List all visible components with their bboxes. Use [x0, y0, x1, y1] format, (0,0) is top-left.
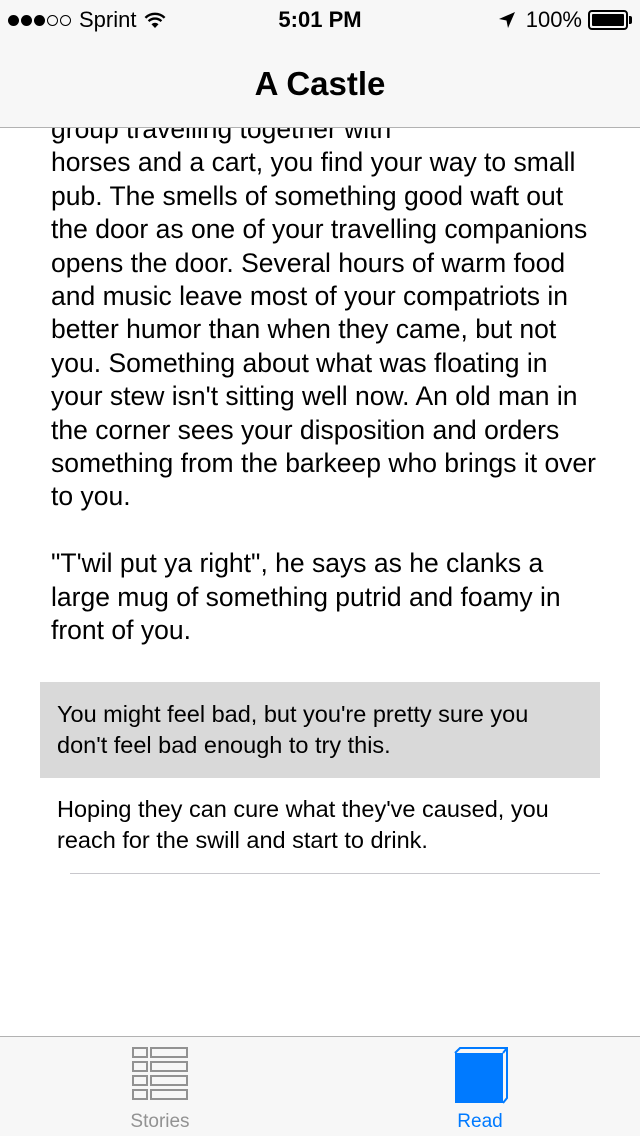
choice-option-2[interactable]: Hoping they can cure what they've caused…: [40, 778, 600, 874]
story-paragraph: group travelling together with horses an…: [51, 128, 601, 514]
page-title: A Castle: [254, 65, 386, 102]
choice-text: You might feel bad, but you're pretty su…: [57, 701, 529, 758]
battery-tip: [629, 16, 632, 24]
story-scroll-area[interactable]: group travelling together with horses an…: [0, 128, 640, 1036]
navigation-bar: A Castle: [0, 40, 640, 128]
tab-read[interactable]: Read: [320, 1037, 640, 1137]
battery-icon: [588, 10, 632, 30]
tab-label: Read: [457, 1111, 503, 1132]
battery-fill: [592, 14, 624, 26]
battery-body: [588, 10, 628, 30]
tab-label: Stories: [130, 1111, 190, 1132]
story-paragraph-text: horses and a cart, you find your way to …: [51, 147, 596, 512]
list-icon: [132, 1047, 188, 1100]
status-right: 100%: [498, 7, 632, 33]
book-icon: [454, 1047, 508, 1104]
divider: [70, 873, 600, 874]
story-paragraph: "T'wil put ya right", he says as he clan…: [51, 548, 561, 646]
battery-percentage: 100%: [525, 7, 582, 32]
choice-text: Hoping they can cure what they've caused…: [57, 796, 549, 853]
tab-stories[interactable]: Stories: [0, 1037, 320, 1137]
story-text: group travelling together with horses an…: [51, 128, 601, 681]
choice-option-1[interactable]: You might feel bad, but you're pretty su…: [40, 682, 600, 778]
tab-bar: Stories Read: [0, 1036, 640, 1136]
status-bar: Sprint 5:01 PM 100%: [0, 0, 640, 40]
story-partial-line: group travelling together with: [51, 128, 392, 144]
location-arrow-icon: [498, 12, 515, 28]
